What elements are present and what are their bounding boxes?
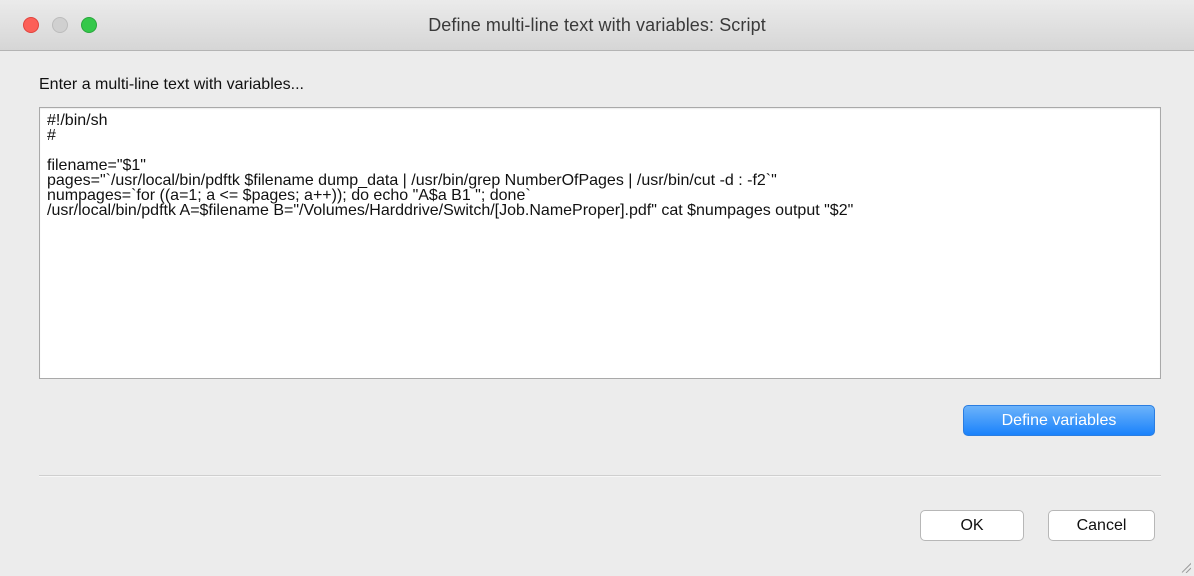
window-title: Define multi-line text with variables: S… <box>428 15 766 35</box>
ok-button[interactable]: OK <box>920 510 1024 541</box>
separator <box>39 475 1161 477</box>
title-bar[interactable]: Define multi-line text with variables: S… <box>0 0 1194 51</box>
prompt-label: Enter a multi-line text with variables..… <box>39 76 304 93</box>
resize-grip-icon[interactable] <box>1179 561 1191 573</box>
script-text-area[interactable]: #!/bin/sh # filename="$1" pages="`/usr/l… <box>39 107 1161 379</box>
define-variables-button[interactable]: Define variables <box>963 405 1155 436</box>
cancel-button[interactable]: Cancel <box>1048 510 1155 541</box>
dialog-window: Define multi-line text with variables: S… <box>0 0 1194 576</box>
